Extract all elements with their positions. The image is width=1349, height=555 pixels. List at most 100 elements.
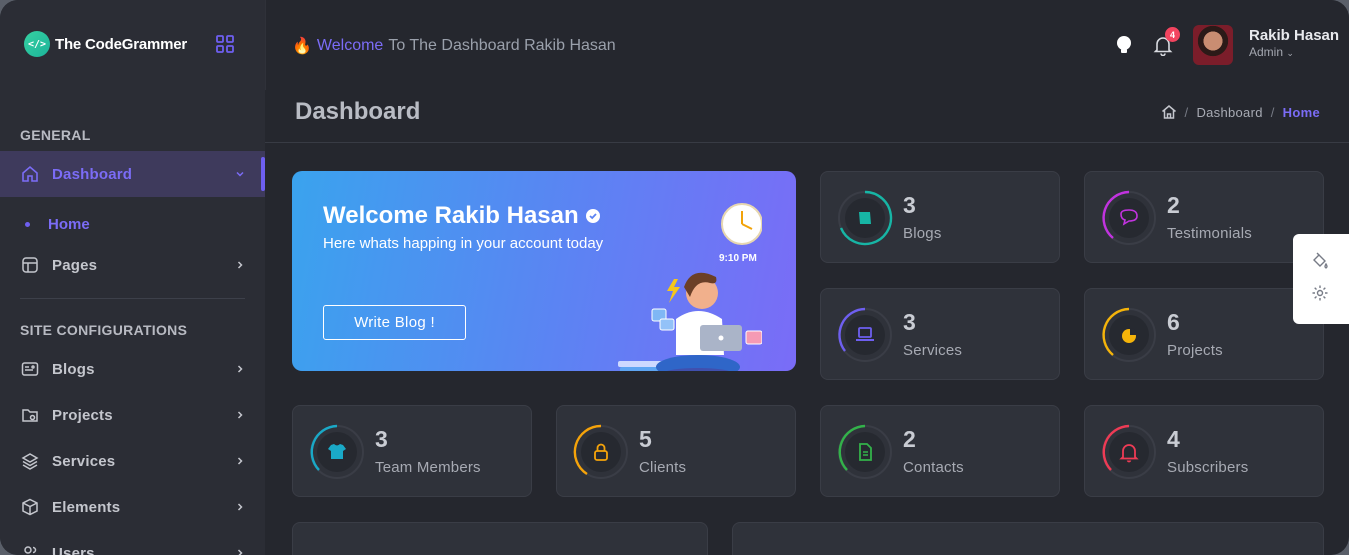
- active-indicator: [261, 157, 265, 191]
- stat-card-subscribers[interactable]: 4 Subscribers: [1084, 405, 1324, 497]
- welcome-card: Welcome Rakib Hasan Here whats happing i…: [292, 171, 796, 371]
- clock-time: 9:10 PM: [719, 253, 757, 264]
- cube-icon: [22, 498, 38, 516]
- welcome-message: 🔥 Welcome To The Dashboard Rakib Hasan: [292, 36, 616, 56]
- stat-label: Projects: [1167, 342, 1223, 359]
- customizer-panel: [1293, 234, 1349, 324]
- home-icon: [22, 165, 38, 182]
- chevron-right-icon: [237, 365, 243, 373]
- stat-card-services[interactable]: 3 Services: [820, 288, 1060, 380]
- gear-icon[interactable]: [1311, 284, 1329, 302]
- notification-badge: 4: [1165, 27, 1180, 42]
- page-title: Dashboard: [295, 98, 421, 125]
- sidebar-item-label: Dashboard: [52, 165, 133, 183]
- sidebar-subitem-home[interactable]: Home: [0, 210, 265, 238]
- chat-bubble-icon: [1102, 190, 1156, 245]
- stat-label: Subscribers: [1167, 459, 1249, 476]
- fire-icon: 🔥: [292, 38, 312, 55]
- chevron-down-icon: ⌄: [1286, 48, 1294, 58]
- stat-value: 2: [903, 426, 916, 452]
- stat-label: Blogs: [903, 225, 942, 242]
- section-general: GENERAL: [20, 127, 91, 143]
- chevron-right-icon: [237, 549, 243, 555]
- sidebar-item-elements[interactable]: Elements: [0, 484, 265, 530]
- brand[interactable]: </> The CodeGrammer: [24, 30, 187, 58]
- section-site-configurations: SITE CONFIGURATIONS: [20, 322, 188, 338]
- blog-icon: [21, 362, 39, 376]
- sidebar-subitem-label: Home: [48, 215, 90, 233]
- stat-value: 2: [1167, 192, 1180, 218]
- stat-value: 3: [903, 192, 916, 218]
- stat-card-contacts[interactable]: 2 Contacts: [820, 405, 1060, 497]
- stat-value: 5: [639, 426, 652, 452]
- chevron-right-icon: [237, 261, 243, 269]
- user-role-dropdown[interactable]: Admin ⌄: [1249, 45, 1294, 59]
- top-header: 🔥 Welcome To The Dashboard Rakib Hasan 4…: [265, 0, 1349, 90]
- grid-menu-icon[interactable]: [216, 35, 234, 53]
- laptop-icon: [838, 307, 892, 362]
- stat-label: Testimonials: [1167, 225, 1252, 242]
- user-role-label: Admin: [1249, 45, 1284, 59]
- stat-label: Team Members: [375, 459, 481, 476]
- sidebar-item-services[interactable]: Services: [0, 438, 265, 484]
- chevron-right-icon: [237, 503, 243, 511]
- sidebar-item-dashboard[interactable]: Dashboard: [0, 151, 265, 197]
- stat-value: 3: [375, 426, 388, 452]
- user-name[interactable]: Rakib Hasan: [1249, 27, 1339, 44]
- app-frame: </> The CodeGrammer GENERAL Dashboard Ho…: [0, 0, 1349, 555]
- welcome-highlight: Welcome: [316, 37, 384, 54]
- stat-label: Services: [903, 342, 963, 359]
- stat-card-blogs[interactable]: 3 Blogs: [820, 171, 1060, 263]
- stat-card-projects[interactable]: 6 Projects: [1084, 288, 1324, 380]
- document-icon: [838, 424, 892, 479]
- sidebar-item-label: Blogs: [52, 360, 95, 378]
- person-laptop-illustration: [618, 203, 762, 371]
- pages-icon: [22, 257, 38, 273]
- users-icon: [24, 546, 37, 554]
- avatar[interactable]: [1193, 25, 1233, 65]
- lock-icon: [573, 424, 628, 479]
- verified-icon: [585, 209, 600, 223]
- breadcrumb-separator: /: [1184, 104, 1189, 120]
- sidebar-item-projects[interactable]: Projects: [0, 392, 265, 438]
- sidebar-divider: [20, 298, 245, 299]
- welcome-card-title: Welcome Rakib Hasan: [323, 202, 600, 230]
- stat-card-team-members[interactable]: 3 Team Members: [292, 405, 532, 497]
- chevron-right-icon: [237, 411, 243, 419]
- sidebar: </> The CodeGrammer GENERAL Dashboard Ho…: [0, 0, 265, 555]
- bell-icon: [1102, 424, 1156, 479]
- stat-card-clients[interactable]: 5 Clients: [556, 405, 796, 497]
- stat-card-testimonials[interactable]: 2 Testimonials: [1084, 171, 1324, 263]
- bottom-card-left: [292, 522, 708, 555]
- shirt-icon: [310, 424, 364, 479]
- breadcrumb-dashboard[interactable]: Dashboard: [1196, 105, 1262, 120]
- chevron-down-icon: [236, 171, 244, 177]
- stat-value: 3: [903, 309, 916, 335]
- home-icon[interactable]: [1161, 104, 1177, 120]
- book-icon: [838, 190, 893, 246]
- stat-label: Contacts: [903, 459, 964, 476]
- bullet-icon: [25, 221, 30, 227]
- write-blog-button[interactable]: Write Blog !: [323, 305, 466, 340]
- chevron-right-icon: [237, 457, 243, 465]
- breadcrumb-current: Home: [1282, 104, 1320, 120]
- sidebar-item-pages[interactable]: Pages: [0, 242, 265, 288]
- stat-value: 4: [1167, 426, 1180, 452]
- sidebar-item-label: Elements: [52, 498, 121, 516]
- welcome-card-subtitle: Here whats happing in your account today: [323, 235, 604, 252]
- breadcrumb: / Dashboard / Home: [1161, 104, 1320, 120]
- sidebar-item-label: Services: [52, 452, 116, 470]
- sidebar-item-blogs[interactable]: Blogs: [0, 346, 265, 392]
- paint-bucket-icon[interactable]: [1311, 252, 1329, 270]
- sidebar-item-users[interactable]: Users: [0, 530, 265, 555]
- sidebar-item-label: Users: [52, 544, 95, 555]
- pie-chart-icon: [1102, 307, 1156, 362]
- lightbulb-icon[interactable]: [1114, 34, 1134, 56]
- stat-label: Clients: [639, 459, 687, 476]
- layers-icon: [21, 453, 39, 470]
- bottom-card-right: [732, 522, 1324, 555]
- brand-logo: </>: [24, 31, 50, 57]
- folder-icon: [22, 409, 38, 422]
- stat-value: 6: [1167, 309, 1180, 335]
- welcome-text: To The Dashboard Rakib Hasan: [388, 37, 616, 54]
